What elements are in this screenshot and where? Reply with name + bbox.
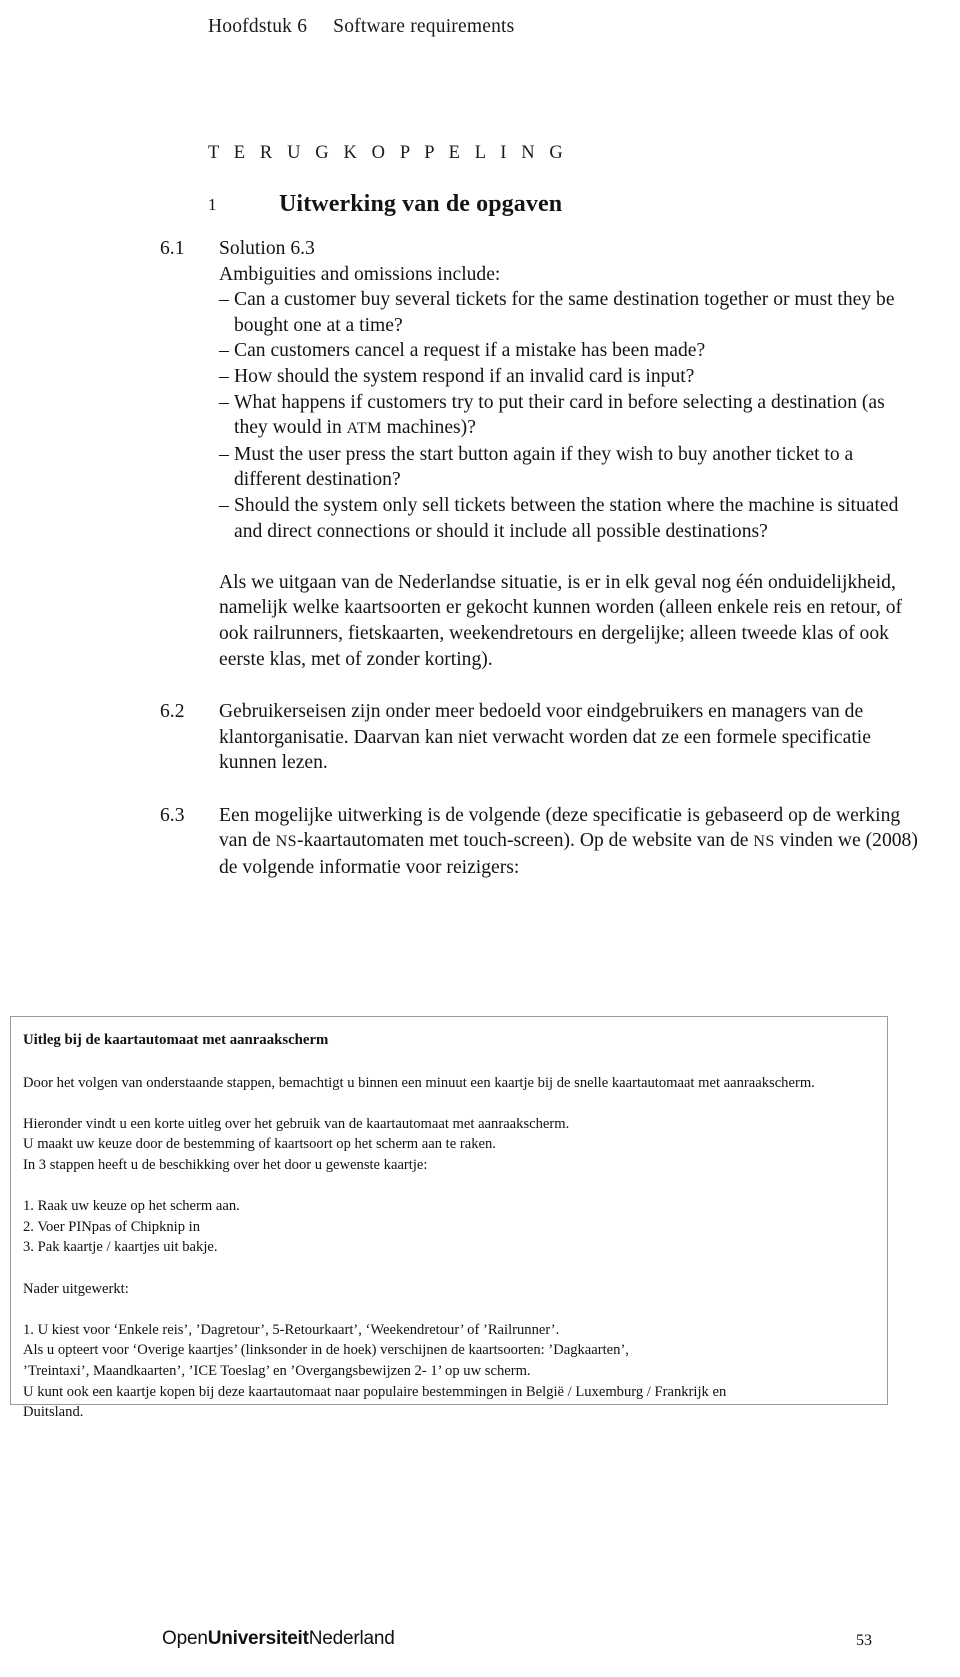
answer-intro: Ambiguities and omissions include: bbox=[219, 263, 501, 285]
answer-number: 6.2 bbox=[160, 701, 185, 723]
list-item: – Can a customer buy several tickets for … bbox=[219, 289, 895, 336]
quotebox-detail-line: Duitsland. bbox=[23, 1404, 84, 1421]
answer-6-1: 6.1 Solution 6.3 Ambiguities and omissio… bbox=[160, 236, 920, 672]
running-header: Hoofdstuk 6 Software requirements bbox=[208, 16, 514, 38]
answers-list: 6.1 Solution 6.3 Ambiguities and omissio… bbox=[160, 236, 920, 881]
dash-icon: – bbox=[219, 443, 229, 465]
answer-heading: Solution 6.3 bbox=[219, 238, 315, 259]
list-item: – Should the system only sell tickets bet… bbox=[219, 494, 899, 542]
quotebox-explain-line: Hieronder vindt u een korte uitleg over … bbox=[23, 1115, 570, 1132]
list-item: – Must the user press the start button ag… bbox=[219, 443, 854, 491]
ns-quotation-box: Uitleg bij de kaartautomaat met aanraaks… bbox=[10, 1016, 888, 1420]
running-header-chapter: Hoofdstuk 6 bbox=[208, 16, 308, 37]
terugkoppeling-kicker: T E R U G K O P P E L I N G bbox=[208, 143, 568, 163]
quotebox-detail-line: ’Treintaxi’, Maandkaarten’, ’ICE Toeslag… bbox=[23, 1362, 531, 1379]
quotebox-title: Uitleg bij de kaartautomaat met aanraaks… bbox=[23, 1032, 329, 1048]
quotebox-detail-heading: Nader uitgewerkt: bbox=[23, 1280, 129, 1297]
ambiguities-list: – Can a customer buy several tickets for … bbox=[219, 287, 920, 544]
answer-body: Gebruikerseisen zijn onder meer bedoeld … bbox=[219, 701, 871, 774]
document-page: Hoofdstuk 6 Software requirements T E R U… bbox=[0, 0, 960, 1677]
page-title: Uitwerking van de opgaven bbox=[279, 191, 563, 217]
quotebox-explain-line: In 3 stappen heeft u de beschikking over… bbox=[23, 1156, 428, 1173]
answer-number: 6.3 bbox=[160, 804, 185, 826]
quotebox-detail-line: U kunt ook een kaartje kopen bij deze ka… bbox=[23, 1383, 727, 1400]
quotebox-step: 3. Pak kaartje / kaartjes uit bakje. bbox=[23, 1239, 218, 1256]
dash-icon: – bbox=[219, 365, 229, 387]
list-item: – What happens if customers try to put th… bbox=[219, 391, 885, 439]
section-number: 1 bbox=[208, 195, 217, 214]
quotebox-detail-line: Als u opteert voor ‘Overige kaartjes’ (l… bbox=[23, 1342, 629, 1359]
quotebox-detail-line: 1. U kiest voor ‘Enkele reis’, ’Dagretou… bbox=[23, 1321, 560, 1338]
dash-icon: – bbox=[219, 289, 229, 311]
answer-number: 6.1 bbox=[160, 238, 185, 259]
quotebox-explain-line: U maakt uw keuze door de bestemming of k… bbox=[23, 1136, 496, 1153]
quotebox-step: 2. Voer PINpas of Chipknip in bbox=[23, 1218, 201, 1235]
dash-icon: – bbox=[219, 391, 229, 413]
quotebox-intro: Door het volgen van onderstaande stappen… bbox=[23, 1074, 815, 1091]
abbr-ns: NS bbox=[275, 833, 297, 851]
page-number: 53 bbox=[856, 1632, 872, 1649]
answer-closing: Als we uitgaan van de Nederlandse situat… bbox=[219, 571, 903, 670]
list-item: – Can customers cancel a request if a mis… bbox=[219, 338, 920, 364]
quotebox-step: 1. Raak uw keuze op het scherm aan. bbox=[23, 1198, 240, 1215]
answer-6-3: 6.3 Een mogelijke uitwerking is de volge… bbox=[160, 803, 920, 881]
list-item: – How should the system respond if an inv… bbox=[219, 364, 920, 390]
open-universiteit-logo: OpenUniversiteitNederland bbox=[162, 1628, 395, 1649]
answer-6-2: 6.2 Gebruikerseisen zijn onder meer bedo… bbox=[160, 699, 920, 776]
dash-icon: – bbox=[219, 494, 229, 516]
abbr-ns: NS bbox=[753, 833, 775, 851]
running-header-title: Software requirements bbox=[333, 16, 515, 37]
dash-icon: – bbox=[219, 340, 229, 362]
answer-body: Een mogelijke uitwerking is de volgende … bbox=[219, 804, 918, 879]
